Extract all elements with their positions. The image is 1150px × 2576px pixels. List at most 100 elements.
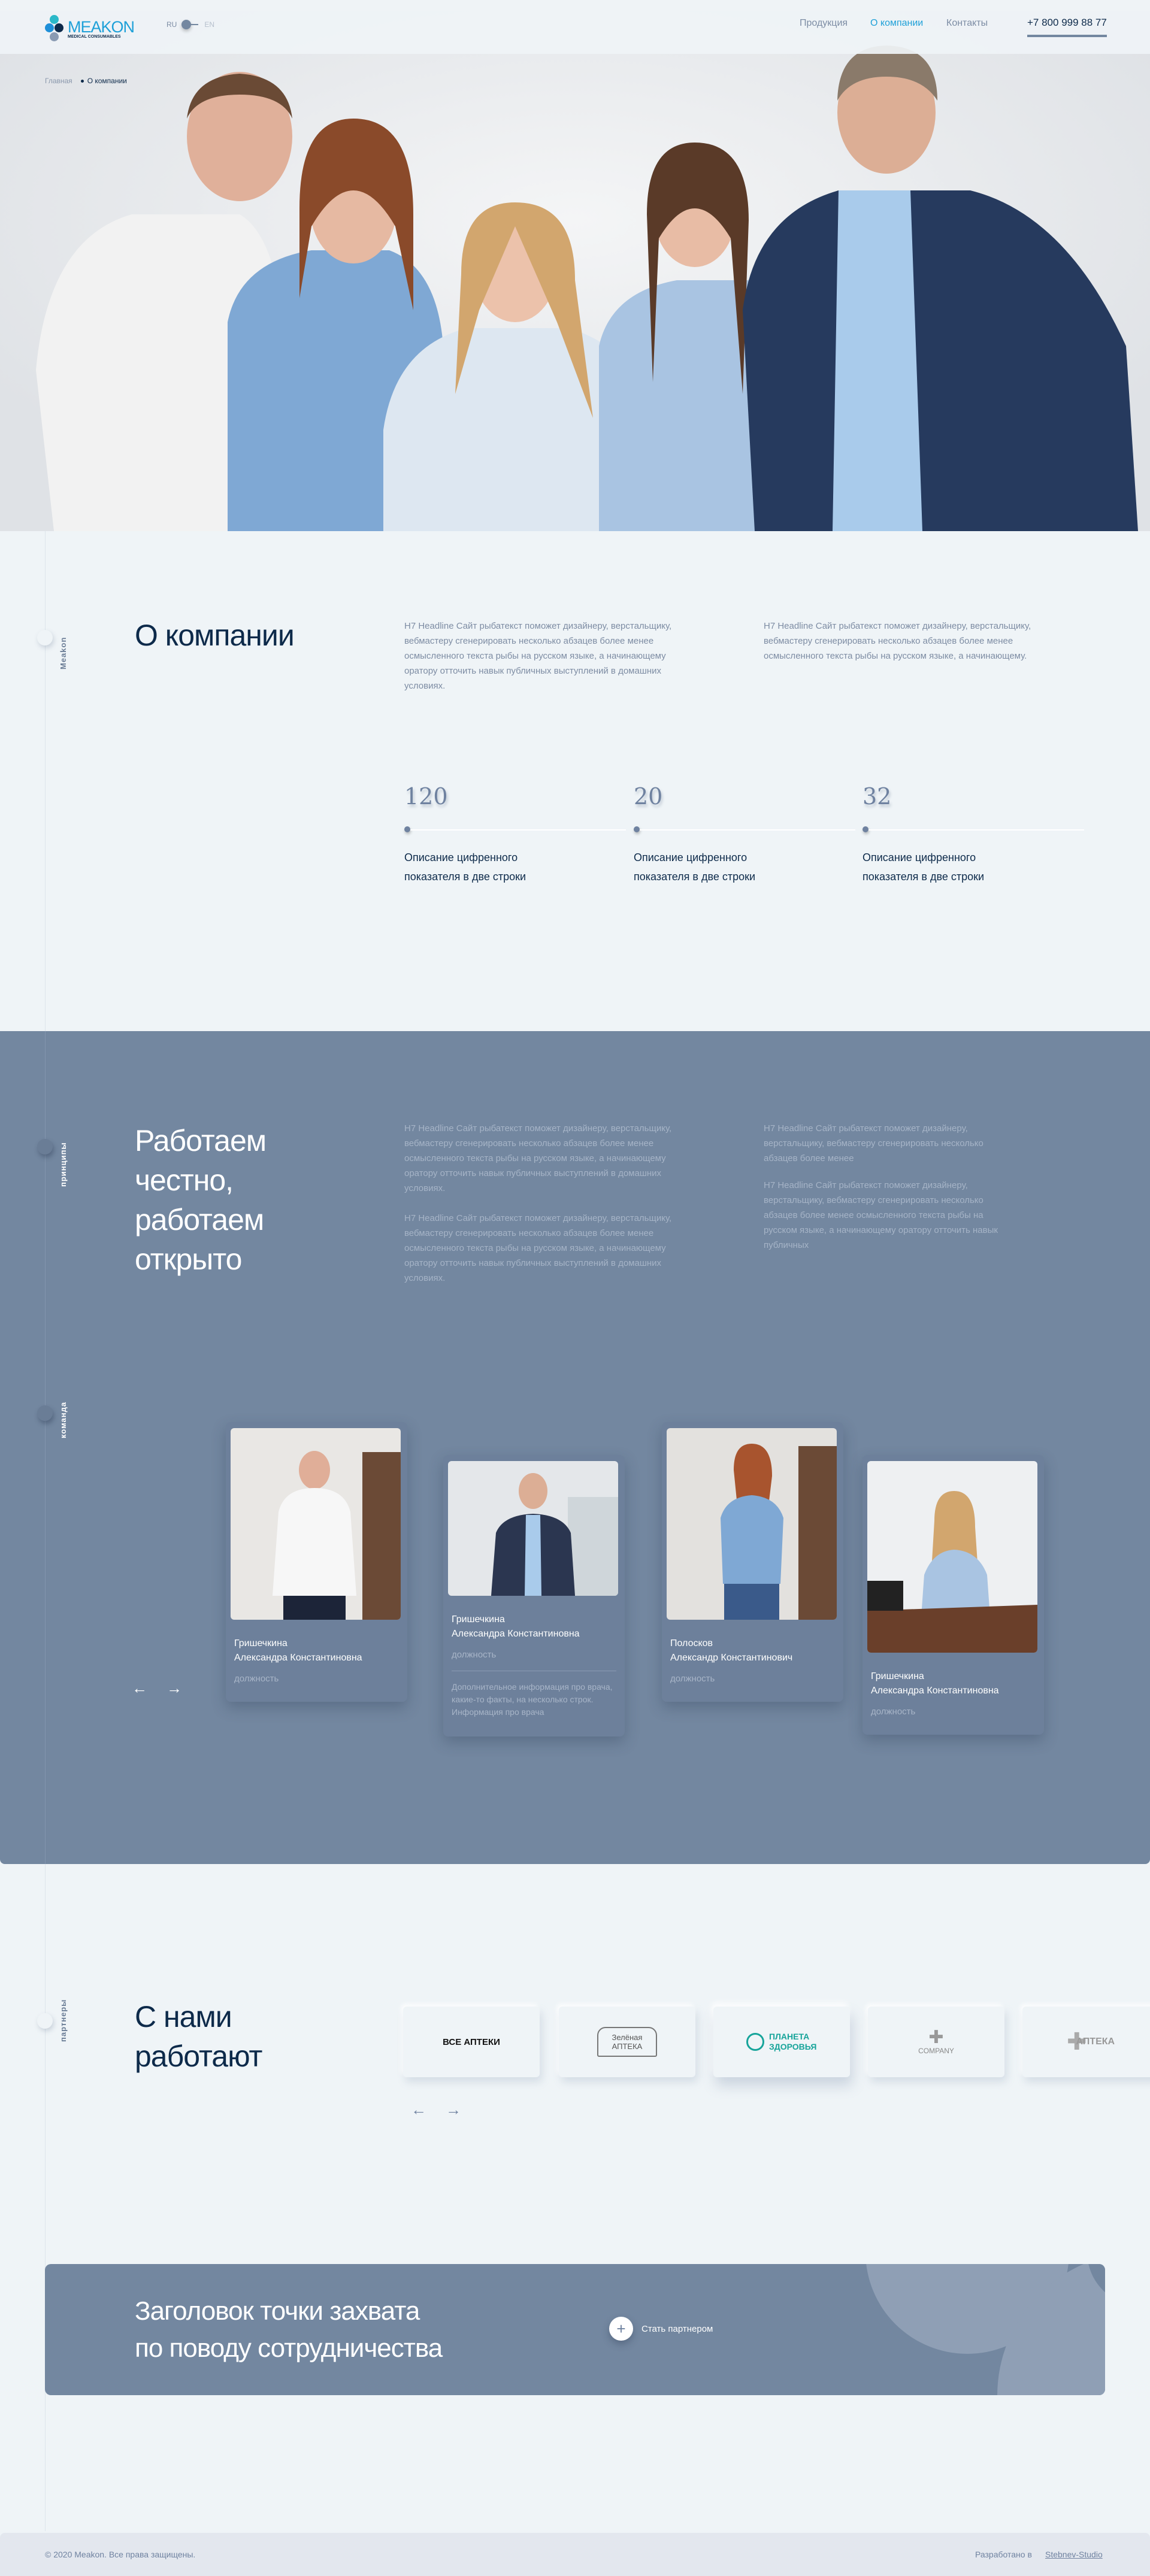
lang-en[interactable]: EN xyxy=(204,20,214,29)
member-surname: Гришечкина xyxy=(871,1671,924,1681)
member-name: Полосков Александр Константинович xyxy=(670,1636,835,1665)
member-photo xyxy=(231,1428,401,1620)
side-dot xyxy=(37,630,53,645)
partner-logo: Зелёная АПТЕКА xyxy=(597,2027,657,2057)
member-info: Дополнительное информация про врача, как… xyxy=(452,1682,613,1717)
stat-track xyxy=(634,825,861,834)
become-partner-label: Стать партнером xyxy=(641,2323,713,2334)
partner-logo: ВСЕ АПТЕКИ xyxy=(443,2036,500,2047)
stat-track xyxy=(862,825,1090,834)
principles-paragraph: H7 Headline Сайт рыбатекст поможет дизай… xyxy=(404,1123,672,1193)
side-label: партнеры xyxy=(59,1999,68,2042)
stat-value: 20 xyxy=(634,783,663,810)
member-role: должность xyxy=(670,1674,715,1684)
partner-logo-card[interactable]: ПЛАНЕТА ЗДОРОВЬЯ xyxy=(713,2007,850,2077)
stat-track xyxy=(404,825,632,834)
member-name: Гришечкина Александра Константиновна xyxy=(234,1636,399,1665)
team-card[interactable]: Гришечкина Александра Константиновна долж… xyxy=(226,1422,407,1702)
nav-contacts[interactable]: Контакты xyxy=(946,18,988,29)
site-header: MEAKON MEDICAL CONSUMABLES RU EN Продукц… xyxy=(0,0,1150,54)
side-label: Meakon xyxy=(59,637,68,669)
side-dot xyxy=(37,1139,53,1154)
title-line: работаем xyxy=(135,1203,264,1237)
nav-about[interactable]: О компании xyxy=(870,18,923,29)
stat-2: 20 Описание цифренного показателя в две … xyxy=(634,783,861,886)
member-photo xyxy=(448,1461,618,1596)
stat-3: 32 Описание цифренного показателя в две … xyxy=(862,783,1090,886)
breadcrumb-home[interactable]: Главная xyxy=(45,77,72,85)
language-switch[interactable]: RU EN xyxy=(167,20,214,29)
partners-title: С нами работают xyxy=(135,1997,262,2076)
breadcrumb: Главная О компании xyxy=(45,77,127,85)
cross-icon: ✚ xyxy=(928,2028,944,2047)
side-label: принципы xyxy=(59,1142,68,1187)
hero-photo xyxy=(0,11,1150,531)
arrow-right-icon[interactable]: → xyxy=(167,1679,182,1698)
side-label: команда xyxy=(59,1401,68,1438)
developer-link[interactable]: Stebnev-Studio xyxy=(1045,2550,1103,2559)
title-line: по поводу сотрудничества xyxy=(135,2333,443,2363)
principles-paragraph: H7 Headline Сайт рыбатекст поможет дизай… xyxy=(764,1123,983,1163)
arrow-left-icon[interactable]: ← xyxy=(411,2101,426,2119)
principles-paragraph: H7 Headline Сайт рыбатекст поможет дизай… xyxy=(764,1180,998,1250)
logo-tagline: MEDICAL CONSUMABLES xyxy=(68,34,121,39)
member-role: должность xyxy=(871,1707,916,1717)
stat-value: 32 xyxy=(862,783,892,810)
lang-toggle[interactable] xyxy=(181,20,199,29)
stat-label: Описание цифренного показателя в две стр… xyxy=(634,851,756,883)
guide-line xyxy=(45,1031,46,1864)
team-card[interactable]: Гришечкина Александра Константиновна долж… xyxy=(443,1455,625,1736)
title-line: Работаем xyxy=(135,1124,267,1157)
side-dot xyxy=(37,1405,53,1421)
stat-value: 120 xyxy=(404,783,448,810)
partner-logo-card[interactable]: ВСЕ АПТЕКИ xyxy=(403,2007,540,2077)
stat-label: Описание цифренного показателя в две стр… xyxy=(404,851,526,883)
arrow-left-icon[interactable]: ← xyxy=(132,1679,147,1698)
team-group-photo xyxy=(0,11,1150,531)
site-footer: © 2020 Meakon. Все права защищены. Разра… xyxy=(0,2533,1150,2576)
arrow-right-icon[interactable]: → xyxy=(446,2101,461,2119)
planet-icon xyxy=(746,2033,764,2051)
developer-prefix: Разработано в xyxy=(975,2550,1032,2559)
side-dot xyxy=(37,2013,53,2029)
logo-mark-icon xyxy=(45,15,64,43)
member-name: Гришечкина Александра Константиновна xyxy=(452,1613,616,1641)
member-surname: Гришечкина xyxy=(234,1638,288,1648)
plus-icon: + xyxy=(609,2317,633,2341)
member-given-name: Александр Константинович xyxy=(670,1653,793,1663)
about-paragraph-2: H7 Headline Сайт рыбатекст поможет дизай… xyxy=(764,621,1031,661)
title-line: открыто xyxy=(135,1242,242,1276)
principles-paragraph: H7 Headline Сайт рыбатекст поможет дизай… xyxy=(404,1213,672,1283)
about-title: О компании xyxy=(135,619,295,652)
member-given-name: Александра Константиновна xyxy=(452,1629,580,1639)
member-surname: Полосков xyxy=(670,1638,713,1648)
partner-logo: COMPANY xyxy=(918,2047,954,2055)
partner-logo: АПТЕКА xyxy=(1076,2036,1115,2047)
phone-link[interactable]: +7 800 999 88 77 xyxy=(1027,17,1107,37)
member-photo xyxy=(867,1461,1037,1653)
title-line: Заголовок точки захвата xyxy=(135,2296,420,2326)
member-given-name: Александра Константиновна xyxy=(871,1686,999,1696)
nav-products[interactable]: Продукция xyxy=(800,18,848,29)
member-role: должность xyxy=(452,1650,497,1660)
partner-logo-card[interactable]: ✚ АПТЕКА xyxy=(1022,2007,1150,2077)
partner-logo: ПЛАНЕТА ЗДОРОВЬЯ xyxy=(769,2032,817,2051)
partner-logo-card[interactable]: ✚ COMPANY xyxy=(868,2007,1004,2077)
become-partner-button[interactable]: + Стать партнером xyxy=(609,2317,713,2341)
partner-logo-card[interactable]: Зелёная АПТЕКА xyxy=(559,2007,695,2077)
lang-ru[interactable]: RU xyxy=(167,20,177,29)
logo-name: MEAKON xyxy=(68,17,135,36)
cta-title: Заголовок точки захвата по поводу сотруд… xyxy=(135,2293,443,2367)
stat-1: 120 Описание цифренного показателя в две… xyxy=(404,783,632,886)
member-photo xyxy=(667,1428,837,1620)
breadcrumb-current: О компании xyxy=(81,77,127,85)
team-card[interactable]: Гришечкина Александра Константиновна долж… xyxy=(862,1455,1044,1735)
member-surname: Гришечкина xyxy=(452,1614,505,1625)
member-role: должность xyxy=(234,1674,279,1684)
principles-title: Работаем честно, работаем открыто xyxy=(135,1121,267,1279)
title-line: С нами xyxy=(135,2000,232,2033)
top-strip xyxy=(0,0,1150,11)
logo[interactable]: MEAKON MEDICAL CONSUMABLES xyxy=(45,15,135,43)
cta-banner: Заголовок точки захвата по поводу сотруд… xyxy=(45,2264,1105,2395)
team-card[interactable]: Полосков Александр Константинович должнос… xyxy=(662,1422,843,1702)
